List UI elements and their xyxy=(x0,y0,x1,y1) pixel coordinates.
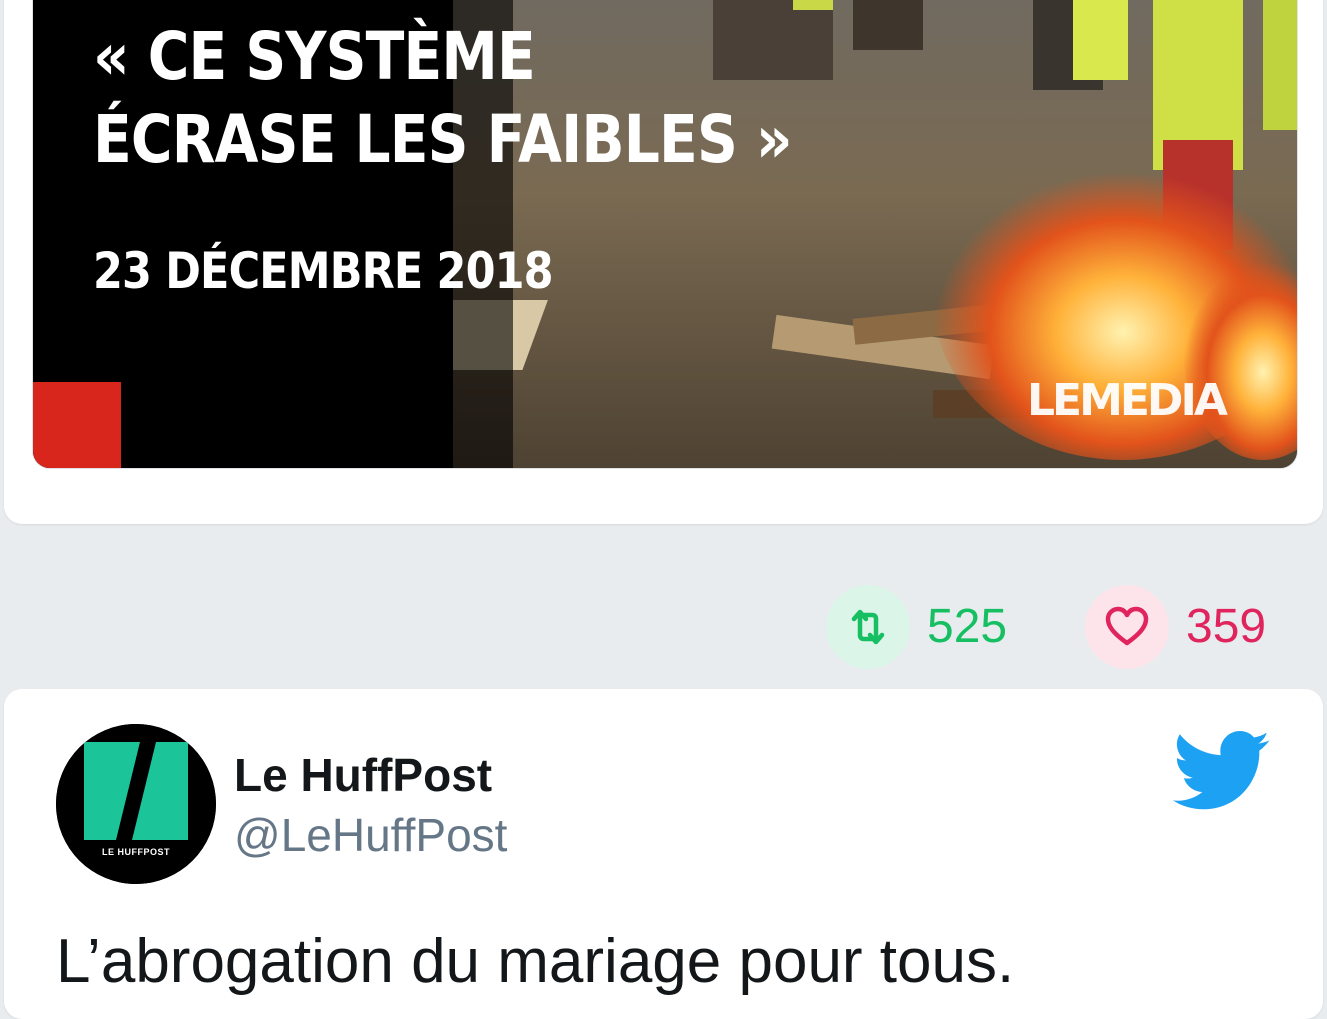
media-date: 23 DÉCEMBRE 2018 xyxy=(93,242,554,300)
avatar-caption: LE HUFFPOST xyxy=(102,847,170,857)
retweet-button[interactable] xyxy=(826,585,910,669)
retweet-count: 525 xyxy=(927,600,1008,653)
tweet-text: L’abrogation du mariage pour tous. xyxy=(56,927,1015,996)
heart-icon xyxy=(1105,606,1149,646)
retweet-icon xyxy=(851,609,885,645)
twitter-bird-svg xyxy=(1172,731,1270,810)
tweet-actions: 525 359 xyxy=(0,585,1327,669)
twitter-bird-icon[interactable] xyxy=(1172,731,1272,818)
author-handle[interactable]: @LeHuffPost xyxy=(234,809,507,861)
like-button[interactable] xyxy=(1085,585,1169,669)
media-headline-line2: ÉCRASE LES FAIBLES » xyxy=(93,101,793,178)
tweet-card-bottom: LE HUFFPOST Le HuffPost @LeHuffPost L’ab… xyxy=(4,689,1323,1019)
huffpost-logo-icon xyxy=(56,724,216,884)
like-count: 359 xyxy=(1186,600,1267,653)
tweet-card-top: « CE SYSTÈME ÉCRASE LES FAIBLES » 23 DÉC… xyxy=(4,0,1323,524)
media-brand-logo: LEMEDIA xyxy=(1027,375,1228,426)
media-headline-line1: « CE SYSTÈME xyxy=(93,18,536,95)
author-display-name[interactable]: Le HuffPost xyxy=(234,749,492,801)
avatar[interactable]: LE HUFFPOST xyxy=(56,724,216,884)
tweet-media-image[interactable]: « CE SYSTÈME ÉCRASE LES FAIBLES » 23 DÉC… xyxy=(32,0,1298,469)
